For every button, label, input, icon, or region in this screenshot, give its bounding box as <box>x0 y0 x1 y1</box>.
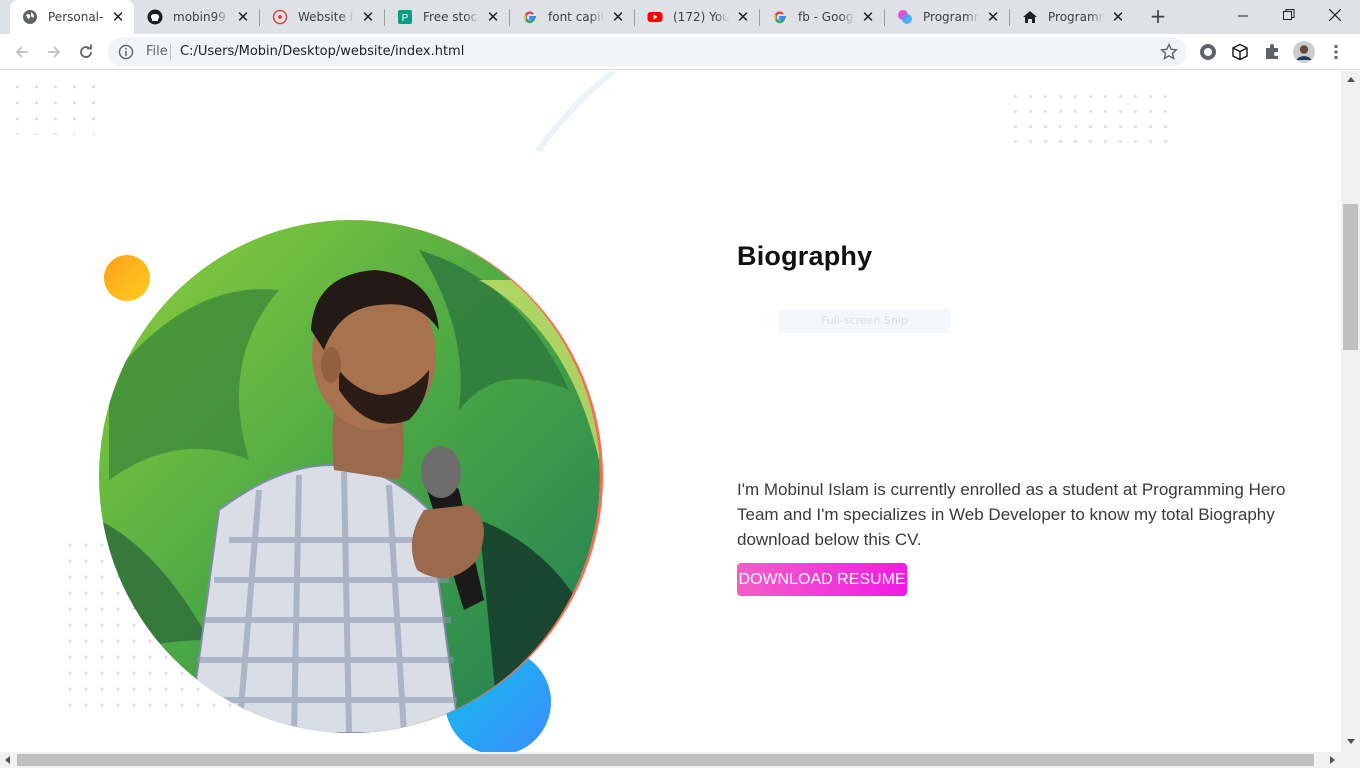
forward-button[interactable] <box>40 38 68 66</box>
google-icon <box>772 9 788 25</box>
url-text[interactable]: C:/Users/Mobin/Desktop/website/index.htm… <box>180 44 464 59</box>
close-icon <box>1329 9 1341 21</box>
tab-title: Programming Hero <box>1048 10 1104 24</box>
browser-tab[interactable]: Personal-website ✕ <box>10 0 134 34</box>
green-square-icon: P <box>397 9 413 25</box>
tab-title: Website Fonts <box>298 10 354 24</box>
browser-tab[interactable]: mobin99 (Mobinul) ✕ <box>135 0 259 34</box>
omnibox-divider <box>170 44 171 60</box>
arrow-right-icon <box>48 46 61 58</box>
tab-separator <box>759 9 760 26</box>
reload-button[interactable] <box>72 38 100 66</box>
tab-title: Free stock photos <box>423 10 479 24</box>
vertical-scrollbar[interactable] <box>1341 71 1360 752</box>
tab-title: Programming Hero <box>923 10 979 24</box>
github-icon <box>147 9 163 25</box>
tab-separator <box>259 9 260 26</box>
bookmark-star-icon[interactable] <box>1160 43 1178 61</box>
speaker-portrait-image <box>99 220 600 733</box>
browser-tab[interactable]: (172) YouTube ✕ <box>635 0 759 34</box>
avatar <box>1293 41 1315 63</box>
tab-separator <box>884 9 885 26</box>
reload-icon <box>80 44 92 58</box>
browser-menu-button[interactable] <box>1324 40 1348 64</box>
browser-tab[interactable]: Programming Hero ✕ <box>885 0 1009 34</box>
minimize-icon <box>1237 15 1248 16</box>
download-resume-button[interactable]: DOWNLOAD RESUME <box>737 563 907 596</box>
puzzle-icon <box>1266 44 1278 59</box>
new-tab-button[interactable]: + <box>1146 5 1170 29</box>
cube-icon <box>1232 43 1248 61</box>
back-button[interactable] <box>8 38 36 66</box>
close-tab-icon[interactable]: ✕ <box>485 9 501 25</box>
decorative-arc <box>535 71 616 153</box>
snip-overlay-label: Full-screen Snip <box>778 309 951 333</box>
programming-hero-icon <box>897 9 913 25</box>
tab-separator <box>634 9 635 26</box>
browser-tab[interactable]: fb - Google Search ✕ <box>760 0 884 34</box>
circle-extension-icon <box>1200 44 1216 60</box>
scroll-down-arrow-icon[interactable] <box>1347 739 1355 744</box>
kebab-menu-icon <box>1334 44 1338 60</box>
tab-title: mobin99 (Mobinul) <box>173 10 229 24</box>
horizontal-scrollbar[interactable] <box>0 752 1360 768</box>
browser-tab[interactable]: Website Fonts ✕ <box>260 0 384 34</box>
tab-title: fb - Google Search <box>798 10 854 24</box>
home-icon <box>1022 9 1038 25</box>
biography-heading: Biography <box>737 241 873 271</box>
scroll-right-arrow-icon[interactable] <box>1330 756 1335 764</box>
page-viewport: Biography Full-screen Snip I'm Mobinul I… <box>0 71 1341 752</box>
tab-strip: Personal-website✕mobin99 (Mobinul)✕Websi… <box>0 0 1360 34</box>
browser-tab[interactable]: font capitalize ✕ <box>510 0 634 34</box>
decorative-dot-grid <box>1008 89 1170 153</box>
svg-text:P: P <box>402 13 409 24</box>
scroll-left-arrow-icon[interactable] <box>5 756 10 764</box>
browser-toolbar: File C:/Users/Mobin/Desktop/website/inde… <box>0 34 1360 70</box>
browser-tab[interactable]: P Free stock photos ✕ <box>385 0 509 34</box>
close-tab-icon[interactable]: ✕ <box>360 9 376 25</box>
close-tab-icon[interactable]: ✕ <box>985 9 1001 25</box>
restore-icon <box>1283 9 1295 20</box>
address-bar[interactable]: File C:/Users/Mobin/Desktop/website/inde… <box>108 37 1186 67</box>
minimize-button[interactable] <box>1220 0 1266 30</box>
globe-icon <box>22 9 38 25</box>
close-window-button[interactable] <box>1312 0 1358 30</box>
tab-separator <box>509 9 510 26</box>
tab-separator <box>1009 9 1010 26</box>
close-tab-icon[interactable]: ✕ <box>1110 9 1126 25</box>
red-circle-icon <box>272 9 288 25</box>
close-tab-icon[interactable]: ✕ <box>235 9 251 25</box>
info-icon[interactable] <box>118 44 134 60</box>
file-scheme-label: File <box>146 44 168 59</box>
close-tab-icon[interactable]: ✕ <box>860 9 876 25</box>
decorative-orange-circle <box>104 255 150 301</box>
tab-title: (172) YouTube <box>673 10 729 24</box>
vertical-scroll-thumb[interactable] <box>1343 204 1358 350</box>
horizontal-scroll-thumb[interactable] <box>17 754 1314 766</box>
tab-title: font capitalize <box>548 10 604 24</box>
profile-avatar-button[interactable] <box>1292 40 1316 64</box>
arrow-left-icon <box>15 46 28 58</box>
tab-separator <box>384 9 385 26</box>
decorative-dot-grid <box>8 79 100 135</box>
extension-cube-button[interactable] <box>1228 40 1252 64</box>
close-tab-icon[interactable]: ✕ <box>110 9 126 25</box>
youtube-icon <box>647 9 663 25</box>
profile-photo <box>99 220 603 733</box>
biography-text: I'm Mobinul Islam is currently enrolled … <box>737 480 1286 549</box>
scroll-up-arrow-icon[interactable] <box>1347 77 1355 82</box>
browser-tab[interactable]: Programming Hero ✕ <box>1010 0 1134 34</box>
google-icon <box>522 9 538 25</box>
restore-button[interactable] <box>1266 0 1312 30</box>
close-tab-icon[interactable]: ✕ <box>735 9 751 25</box>
extensions-button[interactable] <box>1260 40 1284 64</box>
extension-circle-button[interactable] <box>1196 40 1220 64</box>
tab-title: Personal-website <box>48 10 104 24</box>
close-tab-icon[interactable]: ✕ <box>610 9 626 25</box>
